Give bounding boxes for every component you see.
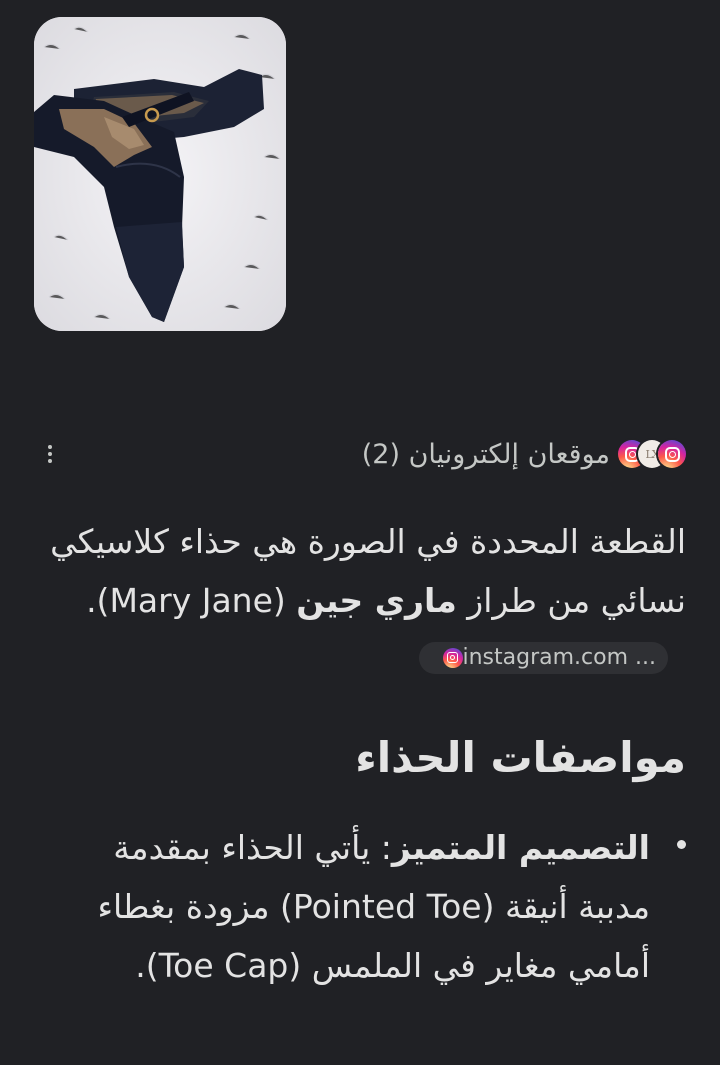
answer-paragraph: القطعة المحددة في الصورة هي حذاء كلاسيكي… (34, 512, 686, 689)
shoe-image[interactable] (34, 17, 286, 331)
source-favicons: LX (618, 440, 686, 468)
instagram-icon (442, 647, 463, 668)
more-options-button[interactable] (30, 434, 70, 474)
sources-label[interactable]: موقعان إلكترونيان (2) (362, 439, 610, 470)
spec-list: التصميم المتميز: يأتي الحذاء بمقدمة مدبب… (34, 818, 686, 995)
bullet-dot (677, 840, 686, 849)
instagram-icon (658, 440, 686, 468)
source-chip[interactable]: instagram.com ... (418, 641, 668, 674)
sources-row[interactable]: LX موقعان إلكترونيان (2) (30, 432, 686, 476)
list-item-title: التصميم المتميز (391, 828, 650, 867)
more-vert-icon (48, 445, 52, 463)
list-item: التصميم المتميز: يأتي الحذاء بمقدمة مدبب… (34, 818, 686, 995)
answer-bold-term: ماري جين (296, 581, 457, 620)
section-heading: مواصفات الحذاء (355, 733, 686, 782)
answer-text-after: (Mary Jane). (86, 581, 297, 620)
source-chip-label: instagram.com ... (462, 644, 657, 670)
shoe-photo (34, 17, 286, 331)
